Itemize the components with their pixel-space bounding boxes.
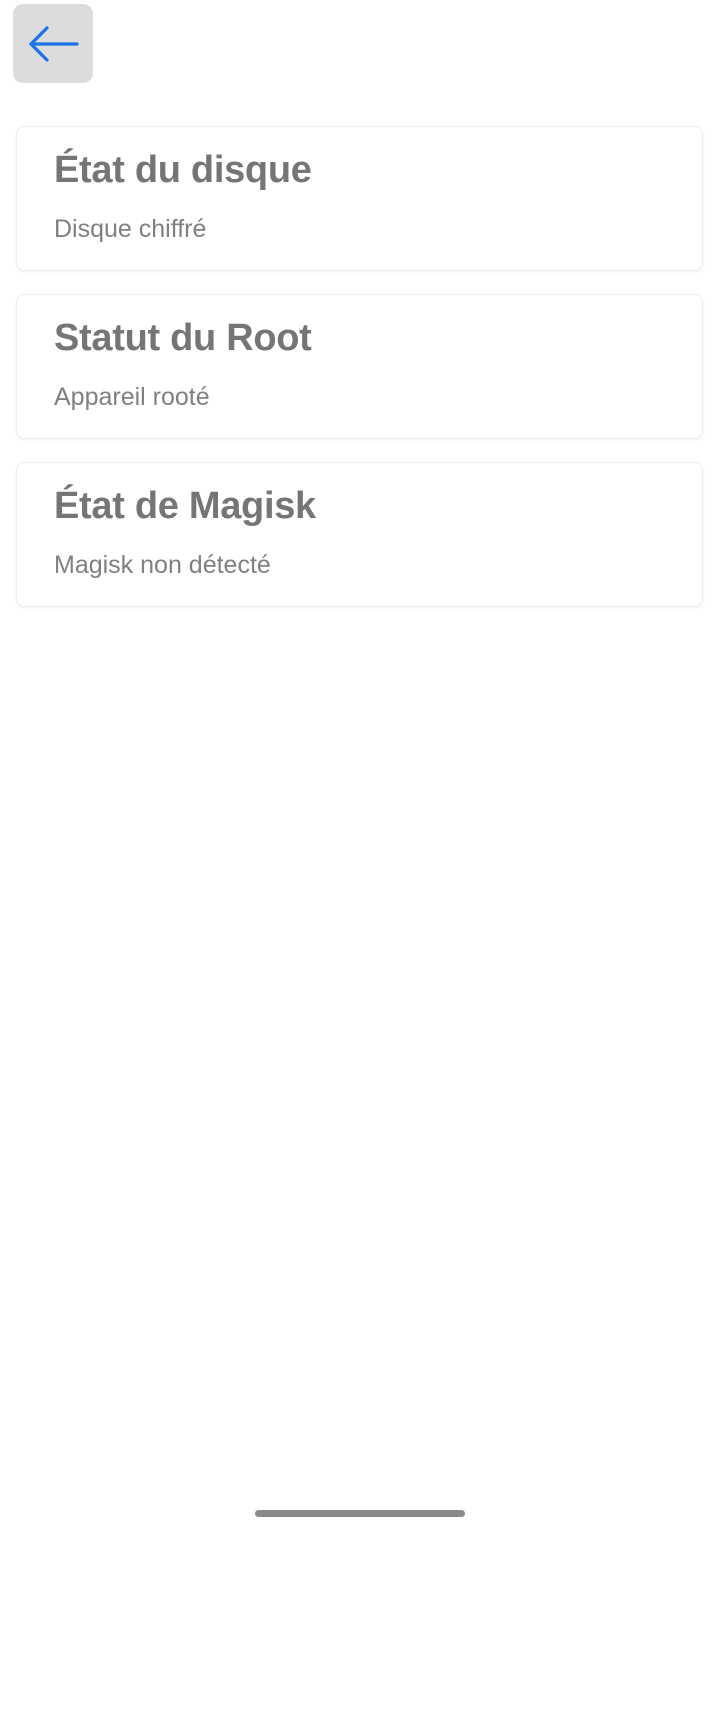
card-magisk-state[interactable]: État de Magisk Magisk non détecté — [17, 463, 702, 606]
card-root-status[interactable]: Statut du Root Appareil rooté — [17, 295, 702, 438]
card-title: État du disque — [54, 149, 312, 191]
card-subtitle: Disque chiffré — [54, 215, 207, 243]
card-subtitle: Appareil rooté — [54, 383, 210, 411]
arrow-left-icon — [27, 24, 79, 64]
card-title: Statut du Root — [54, 317, 312, 359]
back-button[interactable] — [13, 4, 93, 83]
card-title: État de Magisk — [54, 485, 316, 527]
card-disk-state[interactable]: État du disque Disque chiffré — [17, 127, 702, 270]
home-indicator[interactable] — [255, 1510, 465, 1517]
card-subtitle: Magisk non détecté — [54, 551, 271, 579]
